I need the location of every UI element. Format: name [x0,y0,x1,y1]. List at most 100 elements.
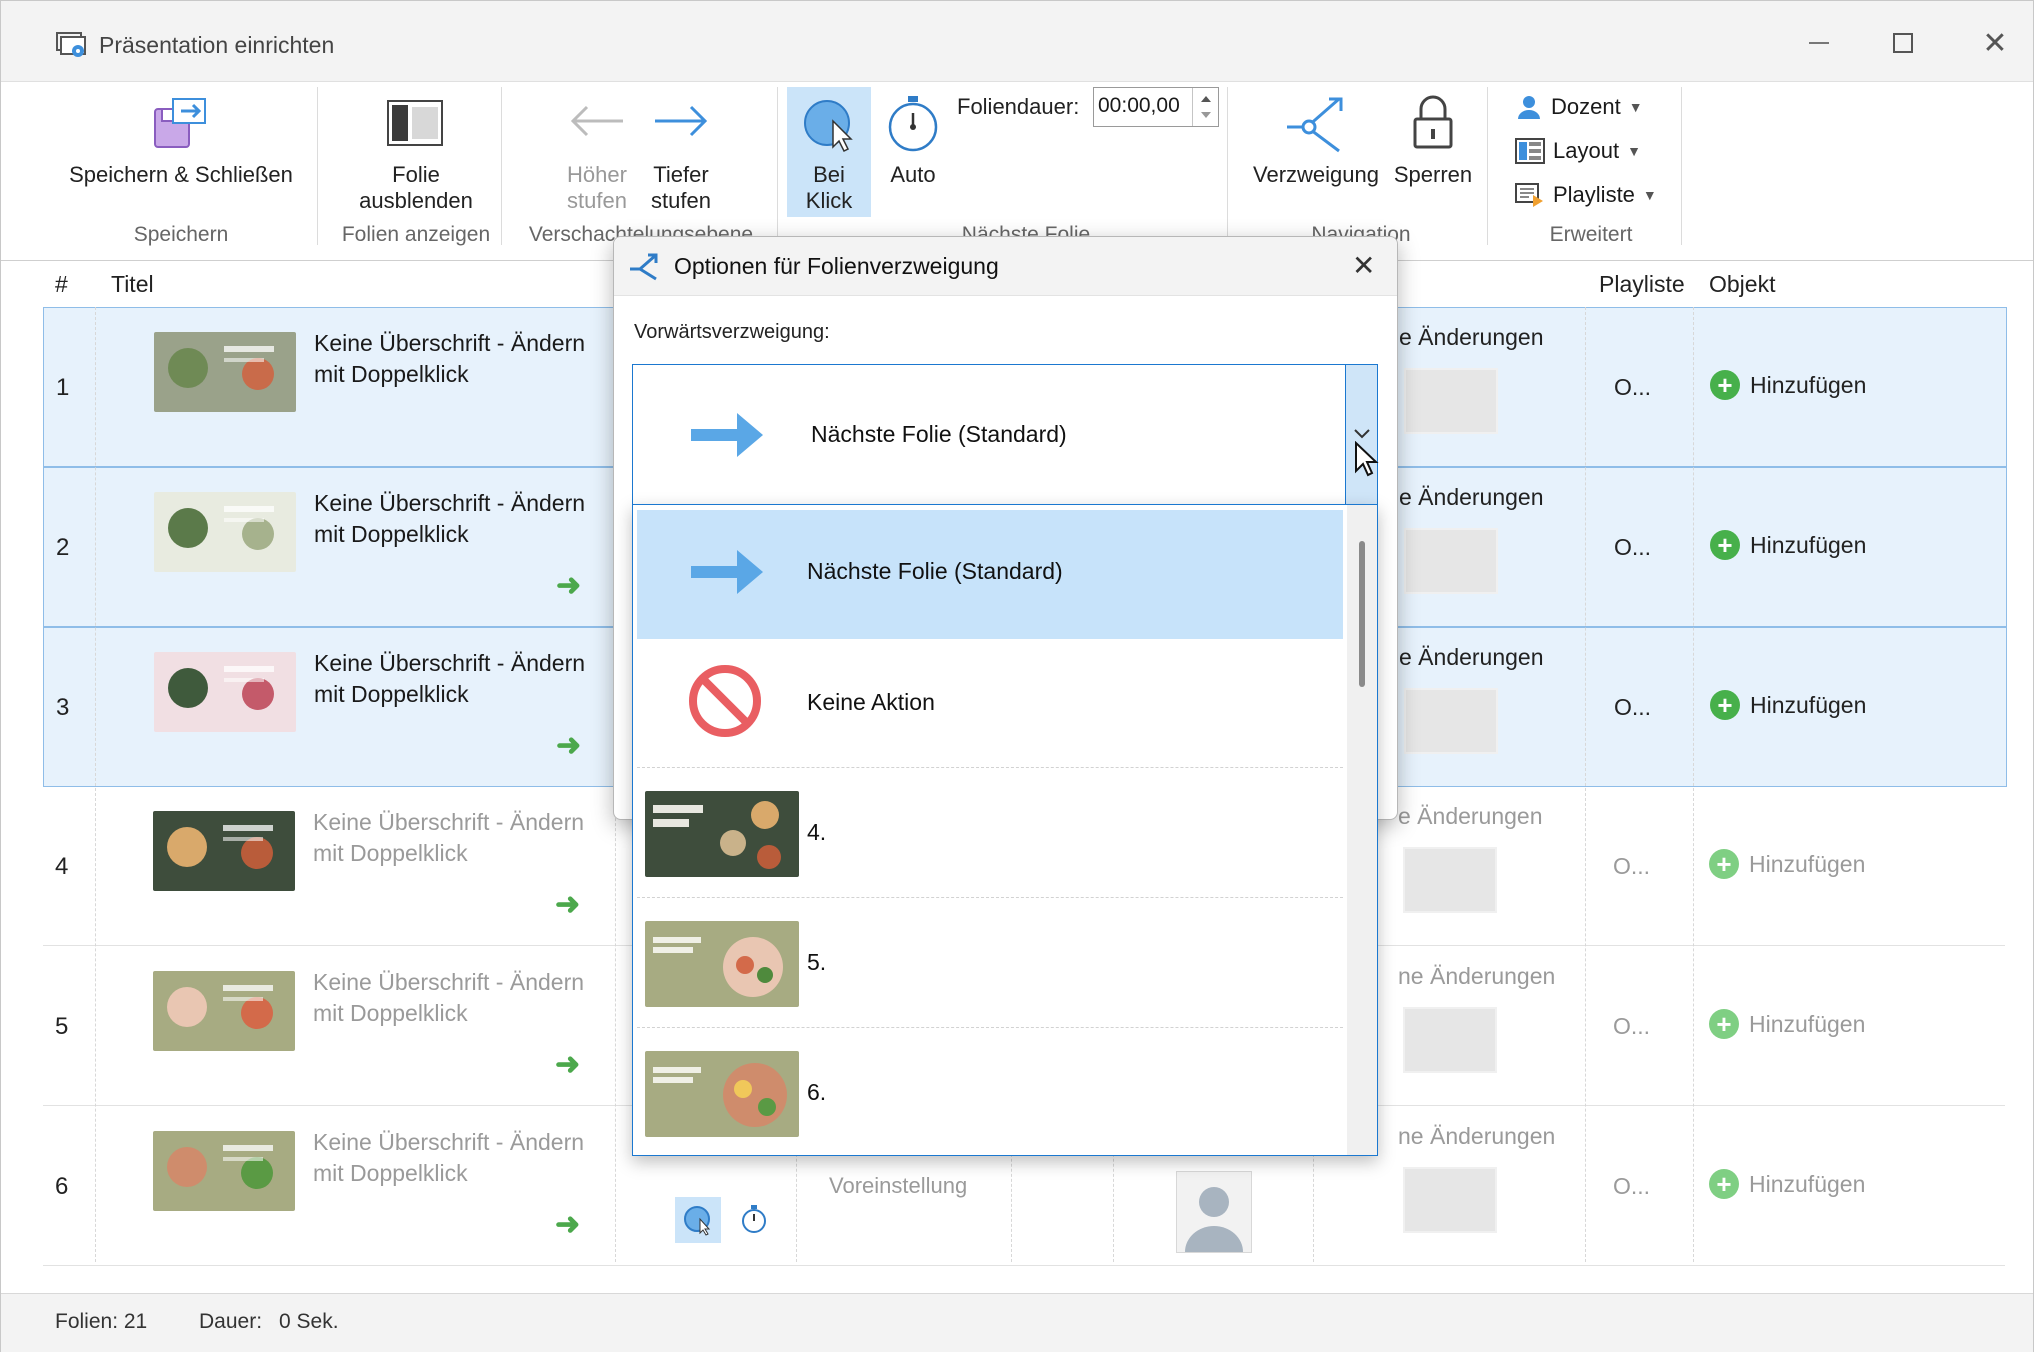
next-slide-arrow-icon: ➜ [555,888,581,921]
add-object-button[interactable]: + Hinzufügen [1710,690,1866,720]
presenter-avatar[interactable] [1176,1171,1252,1253]
slide-thumbnail [645,791,799,877]
layout-preview[interactable] [1403,1167,1497,1233]
add-object-label: Hinzufügen [1750,691,1867,718]
dialog-header: Optionen für Folienverzweigung ✕ [614,237,1397,296]
option-no-action[interactable]: Keine Aktion [637,639,1343,768]
slide-title-line-2[interactable]: mit Doppelklick [313,998,468,1029]
playlist-value[interactable]: O... [1613,1173,1650,1200]
stopwatch-icon[interactable] [739,1203,769,1235]
row-number: 1 [56,374,70,401]
lock-label: Sperren [1393,162,1473,187]
branching-icon [1287,97,1343,153]
promote-button[interactable]: Höher stufen [557,91,637,221]
lock-button[interactable]: Sperren [1387,91,1479,221]
slide-title-line-1[interactable]: Keine Überschrift - Ändern [313,1127,584,1158]
playlist-icon [1515,183,1543,207]
hide-slide-button[interactable]: Folie ausblenden [346,91,486,221]
add-object-button[interactable]: + Hinzufügen [1709,1009,1865,1039]
playlist-value[interactable]: O... [1613,1013,1650,1040]
on-click-button[interactable]: Bei Klick [787,87,871,217]
layout-preview[interactable] [1404,368,1498,434]
hide-slide-icon [387,100,443,146]
demote-label-1: Tiefer [653,162,709,187]
slide-title-line-1[interactable]: Keine Überschrift - Ändern [314,328,585,359]
slide-thumbnail[interactable] [153,811,295,891]
demote-button[interactable]: Tiefer stufen [641,91,721,221]
add-object-label: Hinzufügen [1750,531,1867,558]
slide-duration-input[interactable]: 00:00,00 [1093,87,1219,127]
slide-title-line-2[interactable]: mit Doppelklick [314,359,469,390]
slide-title-line-2[interactable]: mit Doppelklick [313,1158,468,1189]
branching-button[interactable]: Verzweigung [1241,91,1391,221]
slide-title-line-1[interactable]: Keine Überschrift - Ändern [313,807,584,838]
slide-duration-value: 00:00,00 [1098,94,1180,117]
slide-title-line-1[interactable]: Keine Überschrift - Ändern [313,967,584,998]
slide-title-line-1[interactable]: Keine Überschrift - Ändern [314,488,585,519]
forward-branch-select[interactable]: Nächste Folie (Standard) [632,364,1379,506]
dialog-close-button[interactable]: ✕ [1352,249,1375,282]
presenter-dropdown[interactable]: Dozent ▼ [1515,91,1675,123]
scrollbar-thumb[interactable] [1359,541,1365,687]
slide-thumbnail[interactable] [153,971,295,1051]
minimize-button[interactable] [1799,23,1839,63]
col-title-header[interactable]: Titel [111,261,154,307]
duration-spinner[interactable] [1192,88,1219,126]
slide-title-line-2[interactable]: mit Doppelklick [314,679,469,710]
layout-changes-text: e Änderungen [1398,803,1543,829]
slide-thumbnail[interactable] [153,1131,295,1211]
layout-preview[interactable] [1403,847,1497,913]
col-object-header[interactable]: Objekt [1709,261,1775,307]
playlist-value[interactable]: O... [1614,534,1651,561]
slide-title-line-2[interactable]: mit Doppelklick [314,519,469,550]
playlist-value[interactable]: O... [1613,853,1650,880]
select-dropdown-toggle[interactable] [1345,365,1379,505]
demote-label-2: stufen [651,188,711,213]
list-scrollbar[interactable] [1347,505,1377,1155]
minimize-icon [1809,42,1829,44]
slide-title-line-2[interactable]: mit Doppelklick [313,838,468,869]
slide-title-line-1[interactable]: Keine Überschrift - Ändern [314,648,585,679]
dropdown-caret-icon: ▼ [1642,187,1657,203]
col-number-header[interactable]: # [55,261,68,307]
option-slide-6[interactable]: 6. [637,1029,1343,1155]
layout-preview[interactable] [1404,528,1498,594]
slide-thumbnail[interactable] [154,652,296,732]
group-save-label: Speichern [133,223,229,246]
col-playlist-header[interactable]: Playliste [1599,261,1685,307]
dialog-title: Optionen für Folienverzweigung [674,253,999,279]
slide-thumbnail[interactable] [154,492,296,572]
save-close-button[interactable]: Speichern & Schließen [61,91,301,221]
layout-dropdown[interactable]: Layout ▼ [1515,135,1675,167]
add-object-button[interactable]: + Hinzufügen [1709,1169,1865,1199]
option-slide-5[interactable]: 5. [637,899,1343,1028]
row6-on-click-toggle[interactable] [675,1197,721,1243]
option-next-slide[interactable]: Nächste Folie (Standard) [637,510,1343,639]
avatar-placeholder-icon [1185,1187,1243,1252]
add-object-button[interactable]: + Hinzufügen [1710,370,1866,400]
auto-button[interactable]: Auto [873,87,953,217]
maximize-button[interactable] [1883,23,1923,63]
playlist-dropdown[interactable]: Playliste ▼ [1515,179,1695,211]
playlist-label: Playliste [1553,182,1635,207]
option-slide-4[interactable]: 4. [637,769,1343,898]
ribbon-separator [777,87,778,245]
add-object-button[interactable]: + Hinzufügen [1710,530,1866,560]
ribbon-separator [501,87,502,245]
close-icon: ✕ [1352,250,1376,281]
playlist-value[interactable]: O... [1614,694,1651,721]
close-button[interactable]: ✕ [1975,23,2015,63]
layout-preview[interactable] [1403,1007,1497,1073]
next-slide-arrow-icon: ➜ [555,1208,581,1241]
plus-icon: + [1709,1169,1739,1199]
slide-thumbnail[interactable] [154,332,296,412]
row-number: 6 [55,1173,69,1200]
playlist-value[interactable]: O... [1614,374,1651,401]
layout-preview[interactable] [1404,688,1498,754]
branching-label: Verzweigung [1253,162,1379,187]
layout-changes-text: ne Änderungen [1398,963,1556,989]
arrow-left-icon [570,105,623,137]
add-object-button[interactable]: + Hinzufügen [1709,849,1865,879]
row-number: 5 [55,1013,69,1040]
branch-options-list: Nächste Folie (Standard) Keine Aktion 4. [632,504,1378,1156]
